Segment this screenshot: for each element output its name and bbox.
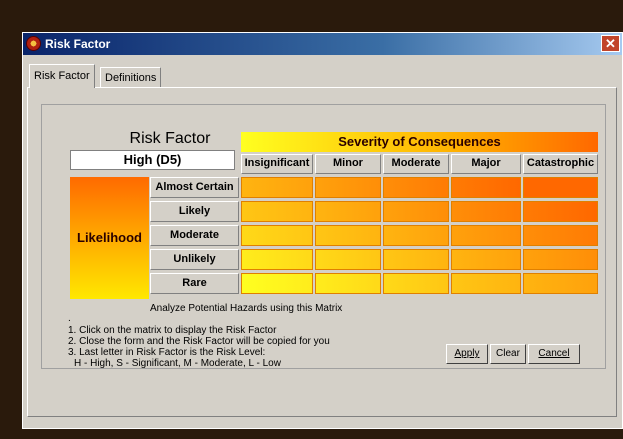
instructions: . 1. Click on the matrix to display the …	[68, 313, 330, 369]
row-label-unlikely: Unlikely	[150, 249, 239, 270]
risk-factor-window: Risk Factor ✕ Risk Factor Definitions Ri…	[22, 32, 623, 429]
matrix-cell[interactable]	[383, 177, 449, 198]
matrix-cell[interactable]	[383, 249, 449, 270]
matrix-cell[interactable]	[383, 273, 449, 294]
instruction-line-1: 1. Click on the matrix to display the Ri…	[68, 325, 277, 336]
tab-risk-factor[interactable]: Risk Factor	[29, 64, 95, 88]
matrix-cell[interactable]	[315, 249, 381, 270]
likelihood-label: Likelihood	[70, 177, 149, 299]
col-header-moderate: Moderate	[383, 154, 449, 174]
matrix-cell[interactable]	[383, 201, 449, 222]
severity-banner: Severity of Consequences	[241, 132, 598, 152]
clear-button[interactable]: Clear	[490, 344, 526, 364]
matrix-cell[interactable]	[451, 201, 521, 222]
window-title: Risk Factor	[45, 37, 111, 51]
matrix-cell[interactable]	[523, 177, 598, 198]
matrix-cell[interactable]	[451, 225, 521, 246]
biohazard-icon	[26, 36, 41, 51]
col-header-minor: Minor	[315, 154, 381, 174]
matrix-cell[interactable]	[241, 177, 313, 198]
instruction-line-2: 2. Close the form and the Risk Factor wi…	[68, 336, 330, 347]
row-label-almost-certain: Almost Certain	[150, 177, 239, 198]
matrix-cell[interactable]	[241, 273, 313, 294]
matrix-cell[interactable]	[315, 225, 381, 246]
col-header-insignificant: Insignificant	[241, 154, 313, 174]
matrix-cell[interactable]	[523, 273, 598, 294]
matrix-cell[interactable]	[315, 273, 381, 294]
matrix-cell[interactable]	[451, 177, 521, 198]
matrix-cell[interactable]	[523, 249, 598, 270]
col-header-major: Major	[451, 154, 521, 174]
cancel-button[interactable]: Cancel	[528, 344, 580, 364]
apply-button[interactable]: Apply	[446, 344, 488, 364]
matrix-cell[interactable]	[241, 249, 313, 270]
matrix-cell[interactable]	[315, 201, 381, 222]
row-label-rare: Rare	[150, 273, 239, 294]
matrix-cell[interactable]	[451, 273, 521, 294]
risk-factor-heading: Risk Factor	[129, 130, 211, 147]
row-label-moderate: Moderate	[150, 225, 239, 246]
col-header-catastrophic: Catastrophic	[523, 154, 598, 174]
matrix-cell[interactable]	[315, 177, 381, 198]
tab-panel: Risk Factor High (D5) Severity of Conseq…	[27, 87, 617, 417]
title-bar[interactable]: Risk Factor ✕	[23, 33, 622, 55]
instruction-line-4: H - High, S - Significant, M - Moderate,…	[74, 358, 281, 369]
matrix-cell[interactable]	[523, 201, 598, 222]
instruction-line-3: 3. Last letter in Risk Factor is the Ris…	[68, 347, 266, 358]
tab-definitions[interactable]: Definitions	[100, 67, 162, 87]
risk-factor-value: High (D5)	[70, 150, 235, 170]
matrix-cell[interactable]	[523, 225, 598, 246]
close-button[interactable]: ✕	[601, 35, 620, 52]
matrix-cell[interactable]	[451, 249, 521, 270]
matrix-cell[interactable]	[383, 225, 449, 246]
matrix-cell[interactable]	[241, 225, 313, 246]
matrix-cell[interactable]	[241, 201, 313, 222]
row-label-likely: Likely	[150, 201, 239, 222]
instruction-dot: .	[68, 313, 71, 324]
